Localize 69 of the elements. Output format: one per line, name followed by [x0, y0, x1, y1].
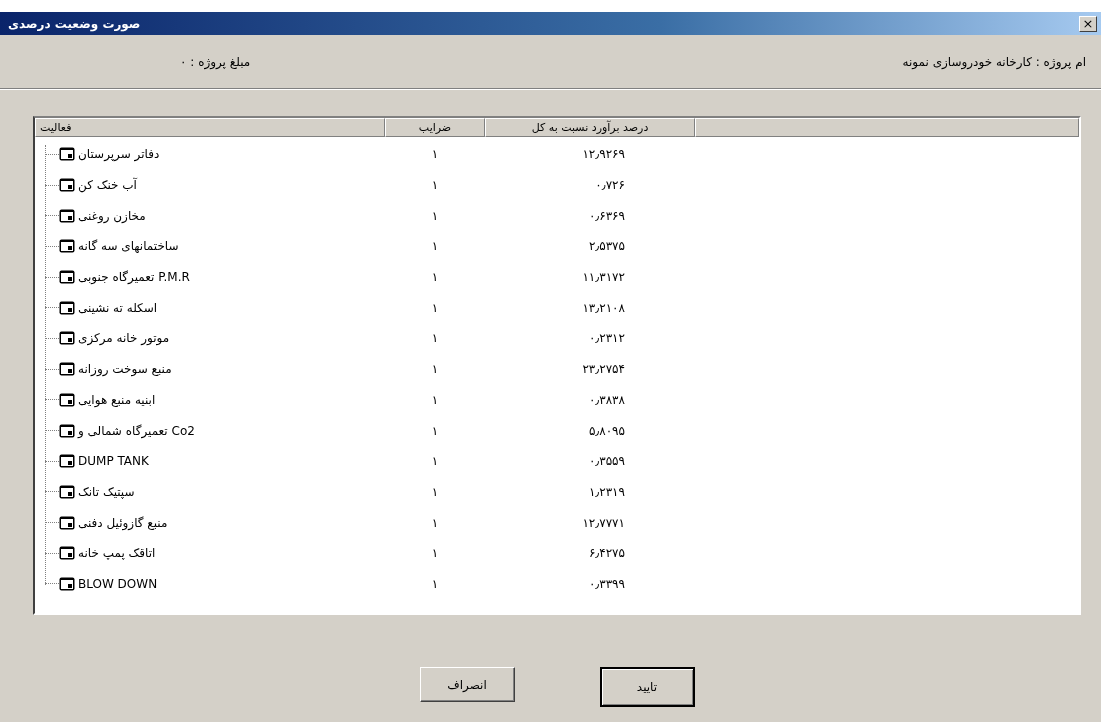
percent-cell: ۰٫۳۳۹۹	[588, 576, 625, 591]
activity-name[interactable]: تعمیرگاه جنوبی P.M.R	[78, 270, 190, 285]
factor-cell: ۱	[431, 147, 439, 162]
factor-cell: ۱	[431, 454, 439, 469]
factor-cell: ۱	[431, 300, 439, 315]
activity-name[interactable]: سپتیک تانک	[78, 484, 135, 499]
percent-cell: ۵٫۸۰۹۵	[588, 423, 625, 438]
window-icon	[59, 362, 75, 377]
window-icon	[59, 239, 75, 254]
activity-name[interactable]: آب خنک کن	[78, 178, 137, 193]
window-icon	[59, 208, 75, 223]
window-icon	[59, 515, 75, 530]
activity-name[interactable]: منبع گازوئیل دفنی	[78, 515, 168, 530]
activity-name[interactable]: منبع سوخت روزانه	[78, 362, 172, 377]
activity-name[interactable]: ساختمانهای سه گانه	[78, 239, 179, 254]
window-icon	[59, 300, 75, 315]
percent-cell: ۱۲٫۹۲۶۹	[582, 147, 625, 162]
factor-cell: ۱	[431, 546, 439, 561]
percent-cell: ۱٫۲۳۱۹	[588, 484, 625, 499]
factor-cell: ۱	[431, 484, 439, 499]
project-amount: مبلغ پروژه : ۰	[180, 55, 251, 69]
activity-name[interactable]: اسکله ته نشینی	[78, 300, 158, 315]
column-header[interactable]: ضرایب	[385, 118, 485, 137]
percent-cell: ۲٫۵۳۷۵	[588, 239, 625, 254]
window-icon	[59, 270, 75, 285]
factor-cell: ۱	[431, 239, 439, 254]
factor-cell: ۱	[431, 331, 439, 346]
activity-name[interactable]: ابنیه منبع هوایی	[78, 392, 156, 407]
percent-cell: ۰٫۳۸۳۸	[588, 392, 625, 407]
activity-name[interactable]: دفاتر سرپرستان	[78, 147, 160, 162]
window-icon	[59, 178, 75, 193]
factor-cell: ۱	[431, 362, 439, 377]
window-icon	[59, 576, 75, 591]
window-icon	[59, 484, 75, 499]
activity-name[interactable]: DUMP TANK	[78, 454, 149, 469]
percent-cell: ۶٫۴۲۷۵	[588, 546, 625, 561]
percent-cell: ۰٫۷۲۶	[595, 178, 625, 193]
activity-name[interactable]: تعمیرگاه شمالی و Co2	[78, 423, 195, 438]
percent-cell: ۱۱٫۳۱۷۲	[582, 270, 625, 285]
percent-cell: ۰٫۲۳۱۲	[588, 331, 625, 346]
project-name: ام پروژه : کارخانه خودروسازی نمونه	[902, 55, 1086, 69]
window-title: صورت وضعیت درصدی	[8, 16, 141, 31]
percent-cell: ۱۳٫۲۱۰۸	[582, 300, 625, 315]
percent-cell: ۲۳٫۲۷۵۴	[582, 362, 625, 377]
column-header[interactable]: درصد برآورد نسبت به کل	[485, 118, 695, 137]
ok-button[interactable]: تایید	[599, 667, 695, 707]
window-icon	[59, 392, 75, 407]
window-icon	[59, 546, 75, 561]
close-button[interactable]: ×	[1079, 15, 1097, 32]
window-icon	[59, 423, 75, 438]
factor-cell: ۱	[431, 392, 439, 407]
factor-cell: ۱	[431, 576, 439, 591]
column-header[interactable]: فعالیت	[35, 118, 385, 137]
percent-cell: ۰٫۳۵۵۹	[588, 454, 625, 469]
cancel-button[interactable]: انصراف	[419, 667, 515, 702]
activity-name[interactable]: مخازن روغنی	[78, 208, 146, 223]
percent-cell: ۱۲٫۷۷۷۱	[582, 515, 625, 530]
factor-cell: ۱	[431, 178, 439, 193]
factor-cell: ۱	[431, 208, 439, 223]
window-icon	[59, 331, 75, 346]
activity-name[interactable]: BLOW DOWN	[78, 576, 158, 591]
window-icon	[59, 454, 75, 469]
activity-name[interactable]: اتاقک پمپ خانه	[78, 546, 156, 561]
factor-cell: ۱	[431, 270, 439, 285]
factor-cell: ۱	[431, 515, 439, 530]
factor-cell: ۱	[431, 423, 439, 438]
percent-cell: ۰٫۶۳۶۹	[588, 208, 625, 223]
activity-name[interactable]: موتور خانه مرکزی	[78, 331, 170, 346]
window-icon	[59, 147, 75, 162]
